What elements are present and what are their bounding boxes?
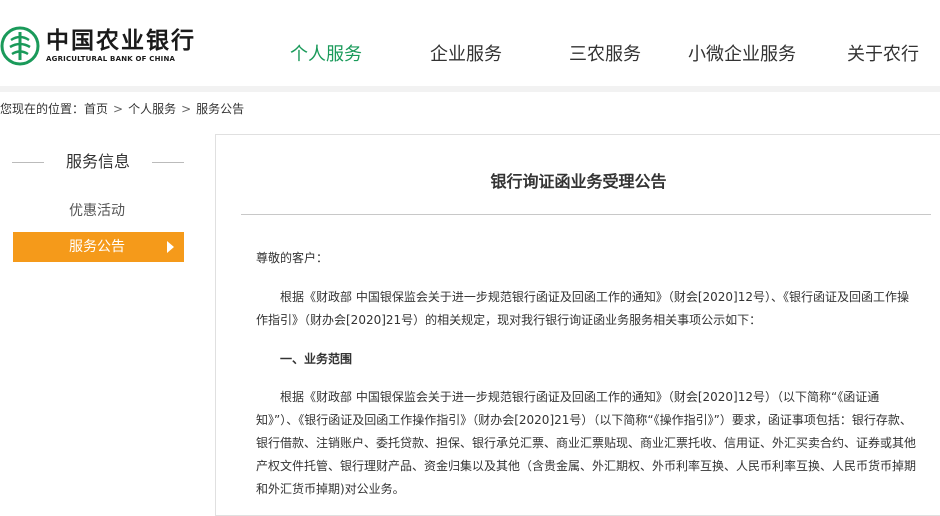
chevron-right-icon bbox=[167, 241, 174, 253]
breadcrumb: 您现在的位置：首页 > 个人服务 > 服务公告 bbox=[0, 100, 244, 118]
nav-item-corporate[interactable]: 企业服务 bbox=[430, 40, 502, 70]
sidebar-item-promotions[interactable]: 优惠活动 bbox=[13, 196, 184, 226]
divider bbox=[152, 162, 184, 163]
article-paragraph: 根据《财政部 中国银保监会关于进一步规范银行函证及回函工作的通知》（财会[202… bbox=[256, 390, 917, 496]
sidebar-item-label: 优惠活动 bbox=[69, 203, 125, 219]
header-divider bbox=[0, 86, 940, 92]
article-title: 银行询证函业务受理公告 bbox=[490, 172, 667, 191]
article-panel: 银行询证函业务受理公告 尊敬的客户： 根据《财政部 中国银保监会关于进一步规范银… bbox=[215, 134, 940, 516]
nav-item-small-business[interactable]: 小微企业服务 bbox=[688, 40, 796, 70]
sidebar-item-notices[interactable]: 服务公告 bbox=[13, 232, 184, 262]
bank-name-en: AGRICULTURAL BANK OF CHINA bbox=[46, 55, 176, 63]
sidebar-item-label: 服务公告 bbox=[69, 239, 125, 255]
section-heading: 一、业务范围 bbox=[280, 352, 353, 366]
article-paragraph: 根据《财政部 中国银保监会关于进一步规范银行函证及回函工作的通知》（财会[202… bbox=[256, 290, 909, 327]
sidebar-title: 服务信息 bbox=[12, 150, 184, 174]
breadcrumb-prefix: 您现在的位置： bbox=[0, 102, 85, 116]
breadcrumb-separator: > bbox=[113, 102, 124, 116]
breadcrumb-personal[interactable]: 个人服务 bbox=[128, 102, 176, 116]
article-greeting: 尊敬的客户： bbox=[256, 251, 329, 265]
breadcrumb-separator: > bbox=[181, 102, 192, 116]
nav-item-about[interactable]: 关于农行 bbox=[847, 40, 919, 70]
bank-logo[interactable]: 中国农业银行 AGRICULTURAL BANK OF CHINA bbox=[0, 24, 196, 68]
breadcrumb-notices[interactable]: 服务公告 bbox=[196, 102, 244, 116]
nav-item-agriculture[interactable]: 三农服务 bbox=[569, 40, 641, 70]
site-header: 中国农业银行 AGRICULTURAL BANK OF CHINA 个人服务 企… bbox=[0, 0, 940, 92]
breadcrumb-home[interactable]: 首页 bbox=[84, 102, 108, 116]
abc-logo-icon bbox=[0, 26, 40, 66]
bank-name-cn: 中国农业银行 bbox=[46, 28, 196, 54]
nav-item-personal[interactable]: 个人服务 bbox=[290, 40, 362, 70]
title-divider bbox=[241, 214, 931, 215]
